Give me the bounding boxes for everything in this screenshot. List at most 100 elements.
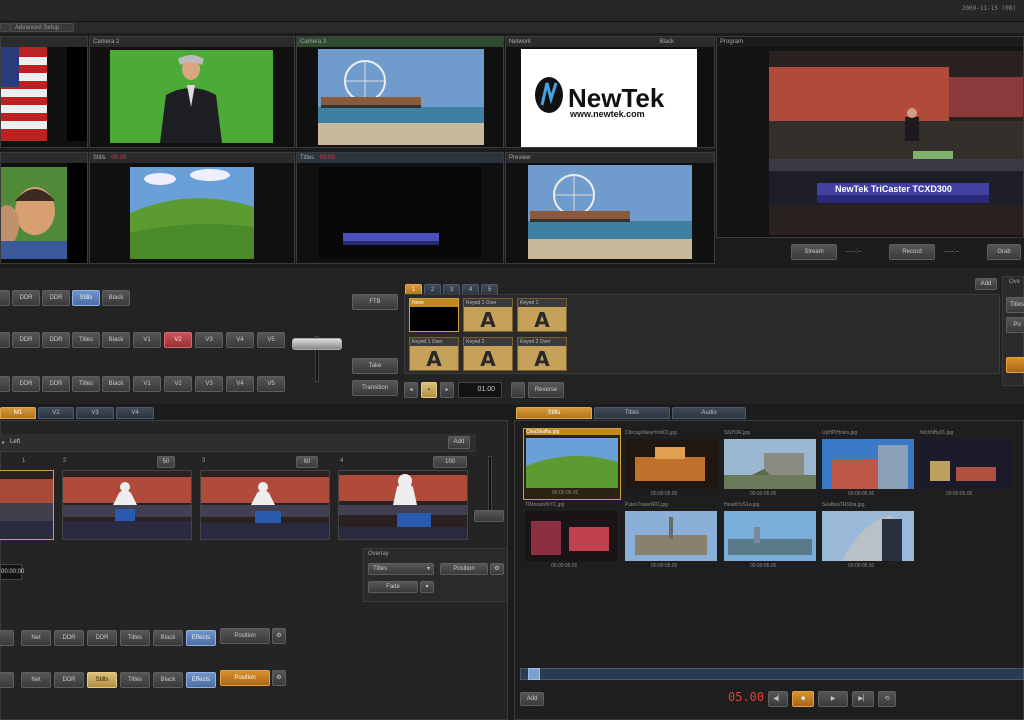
vset-expand-icon[interactable]: ▸ — [2, 439, 5, 446]
position-4-value[interactable]: 100 — [433, 456, 467, 468]
preset-none[interactable]: None — [409, 298, 459, 332]
monitor-camera-2[interactable]: Camera 2 — [89, 36, 295, 148]
play-button[interactable]: ▶ — [818, 691, 848, 707]
brow2-settings-button[interactable]: ⚙ — [272, 670, 286, 686]
media-timeline[interactable] — [520, 668, 1024, 680]
top-tab-advanced[interactable]: Advanced Setup — [10, 23, 74, 32]
next-button[interactable]: ▶▏ — [852, 691, 874, 707]
brow2-btn-ddr[interactable]: DDR — [54, 672, 84, 688]
media-item[interactable]: SNYOR.jpg 00:00:05.00 — [722, 430, 818, 500]
overlay-source-select[interactable]: Titles ▾ — [368, 563, 434, 575]
zoom-slider-handle[interactable] — [474, 510, 504, 522]
monitor-camera-3[interactable]: Camera 3 — [296, 36, 504, 148]
row3-btn-black[interactable]: Black — [102, 376, 130, 392]
media-tab-stills[interactable]: Stills — [516, 407, 592, 419]
ftb-button[interactable]: FTB — [352, 294, 398, 310]
brow1-btn-0[interactable] — [0, 630, 14, 646]
rate-medium-button[interactable]: ▪ — [421, 382, 437, 398]
reverse-checkbox[interactable] — [511, 382, 525, 398]
vset-tab-1[interactable]: M1 — [0, 407, 36, 419]
preset-keyed2[interactable]: Keyed 2A — [463, 337, 513, 371]
monitor-stills[interactable]: Stills 05:00 — [89, 152, 295, 264]
row1-btn-stills[interactable]: Stills — [72, 290, 100, 306]
position-2-value[interactable]: 50 — [157, 456, 175, 468]
timeline-playhead[interactable] — [528, 668, 540, 680]
brow1-btn-ddr1[interactable]: DDR — [54, 630, 84, 646]
media-item[interactable]: HeadtToS1a.jpg 00:00:05.00 — [722, 502, 818, 572]
loop-button[interactable]: ⟲ — [878, 691, 896, 707]
row2-btn-v4[interactable]: V4 — [226, 332, 254, 348]
row3-btn-ddr2[interactable]: DDR — [42, 376, 70, 392]
rate-fast-button[interactable]: ▸ — [440, 382, 454, 398]
brow1-btn-titles[interactable]: Titles — [120, 630, 150, 646]
media-item[interactable]: TIMonatsNYC.jpg 00:00:05.00 — [523, 502, 619, 572]
brow1-position-button[interactable]: Position — [220, 628, 270, 644]
vset-position-2-thumb[interactable] — [62, 470, 192, 540]
row3-btn-0[interactable] — [0, 376, 10, 392]
overlay-settings-button[interactable]: ⚙ — [490, 563, 504, 575]
overlay-fade-button[interactable]: Fade — [368, 581, 418, 593]
vset-add-button[interactable]: Add — [448, 436, 470, 449]
rate-field[interactable]: 01.00 — [458, 382, 502, 398]
row1-btn-ddr1[interactable]: DDR — [12, 290, 40, 306]
vset-position-1-thumb[interactable] — [0, 470, 54, 540]
brow1-settings-button[interactable]: ⚙ — [272, 628, 286, 644]
vset-position-4-thumb[interactable] — [338, 470, 468, 540]
rate-slow-button[interactable]: ◂ — [404, 382, 418, 398]
preset-keyed1-over-b[interactable]: Keyed 1 Over A — [409, 337, 459, 371]
trans-add-button[interactable]: Add — [975, 278, 997, 290]
monitor-preview[interactable]: Preview — [505, 152, 715, 264]
row3-btn-v2[interactable]: V2 — [164, 376, 192, 392]
brow1-btn-effects[interactable]: Effects — [186, 630, 216, 646]
stop-button[interactable]: ■ — [792, 691, 814, 707]
media-item[interactable]: NIchNBy01.jpg 00:00:05.00 — [918, 430, 1014, 500]
row3-btn-titles[interactable]: Titles — [72, 376, 100, 392]
vset-tab-2[interactable]: V2 — [38, 407, 74, 419]
media-item[interactable]: PulesTowerR01.jpg 00:00:05.00 — [623, 502, 719, 572]
vset-tab-4[interactable]: V4 — [116, 407, 154, 419]
row2-btn-v5[interactable]: V5 — [257, 332, 285, 348]
media-item[interactable]: ChicagoNewYork01.jpg 00:00:05.00 — [623, 430, 719, 500]
row1-btn-black[interactable]: Black — [102, 290, 130, 306]
transition-button[interactable]: Transition — [352, 380, 398, 396]
row3-btn-v5[interactable]: V5 — [257, 376, 285, 392]
monitor-program[interactable]: Program NewTek TriCaster TCXD300 — [716, 36, 1024, 238]
grab-button[interactable]: Grab — [987, 244, 1021, 260]
zoom-slider-track[interactable] — [488, 456, 492, 516]
take-button[interactable]: Take — [352, 358, 398, 374]
row3-btn-v3[interactable]: V3 — [195, 376, 223, 392]
preset-keyed1[interactable]: Keyed 1A — [517, 298, 567, 332]
media-tab-audio[interactable]: Audio — [672, 407, 746, 419]
brow2-btn-titles[interactable]: Titles — [120, 672, 150, 688]
row2-btn-v1[interactable]: V1 — [133, 332, 161, 348]
monitor-network[interactable]: Network Black NewTek www.newtek.com — [505, 36, 715, 148]
vset-position-3-thumb[interactable] — [200, 470, 330, 540]
network-source[interactable]: Black — [659, 37, 674, 47]
reverse-button[interactable]: Reverse — [528, 382, 564, 398]
row2-btn-black[interactable]: Black — [102, 332, 130, 348]
media-tab-titles[interactable]: Titles — [594, 407, 670, 419]
overlay-orange-partial[interactable] — [1006, 357, 1024, 373]
overlay-position-partial[interactable]: Po — [1006, 317, 1024, 333]
tbar-handle[interactable] — [292, 338, 342, 350]
brow2-btn-0[interactable] — [0, 672, 14, 688]
position-3-value[interactable]: 60 — [296, 456, 318, 468]
monitor-titles[interactable]: Titles 05:00 — [296, 152, 504, 264]
row3-btn-ddr1[interactable]: DDR — [12, 376, 40, 392]
row2-btn-v2[interactable]: V2 — [164, 332, 192, 348]
record-button[interactable]: Record — [889, 244, 935, 260]
overlay-source-partial[interactable]: Titles — [1006, 297, 1024, 313]
media-item[interactable]: SeaBeaTRSbia.jpg 00:00:05.00 — [820, 502, 916, 572]
stream-button[interactable]: Stream — [791, 244, 837, 260]
row2-btn-v3[interactable]: V3 — [195, 332, 223, 348]
preset-keyed1-over[interactable]: Keyed 1 Over A — [463, 298, 513, 332]
prev-button[interactable]: ◀▏ — [768, 691, 788, 707]
brow2-btn-net[interactable]: Net — [21, 672, 51, 688]
overlay-fade-dropdown[interactable]: ▾ — [420, 581, 434, 593]
row1-btn-ddr2[interactable]: DDR — [42, 290, 70, 306]
media-item[interactable]: CleaSkaflip.jpg 00:00:05.00 — [523, 428, 621, 500]
brow1-btn-ddr2[interactable]: DDR — [87, 630, 117, 646]
brow2-btn-effects[interactable]: Effects — [186, 672, 216, 688]
row3-btn-v1[interactable]: V1 — [133, 376, 161, 392]
row2-btn-ddr2[interactable]: DDR — [42, 332, 70, 348]
